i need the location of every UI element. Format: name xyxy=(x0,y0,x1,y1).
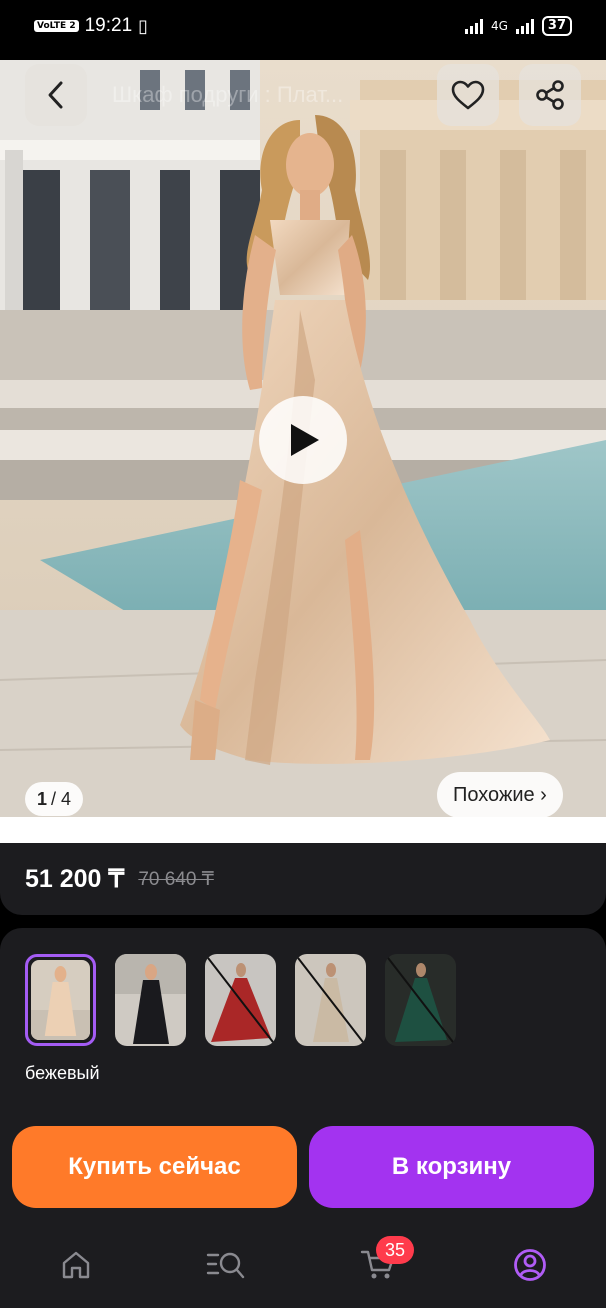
gallery-total: / 4 xyxy=(51,788,72,809)
signal-icon-2 xyxy=(515,18,534,34)
chevron-left-icon xyxy=(48,81,63,109)
gallery-current: 1 xyxy=(37,788,48,809)
home-icon xyxy=(62,1251,90,1279)
unavailable-mark xyxy=(295,954,366,1046)
gallery-counter: 1 / 4 xyxy=(25,782,84,816)
color-variants xyxy=(25,954,456,1046)
product-image-gallery[interactable]: Шкаф подруги : Плат... 1 / 4 Похожие › xyxy=(0,60,606,817)
play-video-button[interactable] xyxy=(259,396,347,484)
current-price: 51 200 ₸ xyxy=(25,865,125,893)
favorite-button[interactable] xyxy=(437,64,499,126)
back-button[interactable] xyxy=(25,64,87,126)
nav-home[interactable] xyxy=(56,1245,96,1285)
share-icon xyxy=(536,80,564,110)
price-card: 51 200 ₸ 70 640 ₸ xyxy=(0,843,606,915)
unavailable-mark xyxy=(205,954,276,1046)
share-button[interactable] xyxy=(519,64,581,126)
heart-icon xyxy=(451,80,485,110)
volte-indicator: VoLTE 2 xyxy=(34,20,79,32)
status-time: 19:21 xyxy=(84,15,133,36)
vibrate-icon: ▯ xyxy=(138,15,149,37)
selected-color-label: бежевый xyxy=(25,1063,100,1083)
profile-icon xyxy=(514,1249,546,1281)
similar-button[interactable]: Похожие › xyxy=(437,772,563,817)
nav-profile[interactable] xyxy=(510,1245,550,1285)
status-bar: VoLTE 2 19:21 ▯ 4G 37 xyxy=(0,0,606,52)
buy-now-button[interactable]: Купить сейчас xyxy=(12,1126,297,1208)
battery-icon: 37 xyxy=(541,16,572,36)
play-icon xyxy=(291,424,319,456)
network-type: 4G xyxy=(490,19,508,33)
signal-icon xyxy=(464,18,483,34)
variant-image-black xyxy=(115,954,186,1046)
nav-catalog[interactable] xyxy=(206,1245,246,1285)
variant-thumb-champagne[interactable] xyxy=(295,954,366,1046)
add-to-cart-button[interactable]: В корзину xyxy=(309,1126,594,1208)
variant-thumb-beige[interactable] xyxy=(25,954,96,1046)
old-price: 70 640 ₸ xyxy=(138,868,214,890)
variant-thumb-green[interactable] xyxy=(385,954,456,1046)
variant-thumb-black[interactable] xyxy=(115,954,186,1046)
unavailable-mark xyxy=(385,954,456,1046)
catalog-search-icon xyxy=(206,1252,245,1279)
variant-thumb-red[interactable] xyxy=(205,954,276,1046)
page-title: Шкаф подруги : Плат... xyxy=(112,82,344,107)
variant-image-beige xyxy=(31,960,90,1040)
cart-count-badge: 35 xyxy=(376,1236,414,1264)
divider xyxy=(0,817,606,843)
